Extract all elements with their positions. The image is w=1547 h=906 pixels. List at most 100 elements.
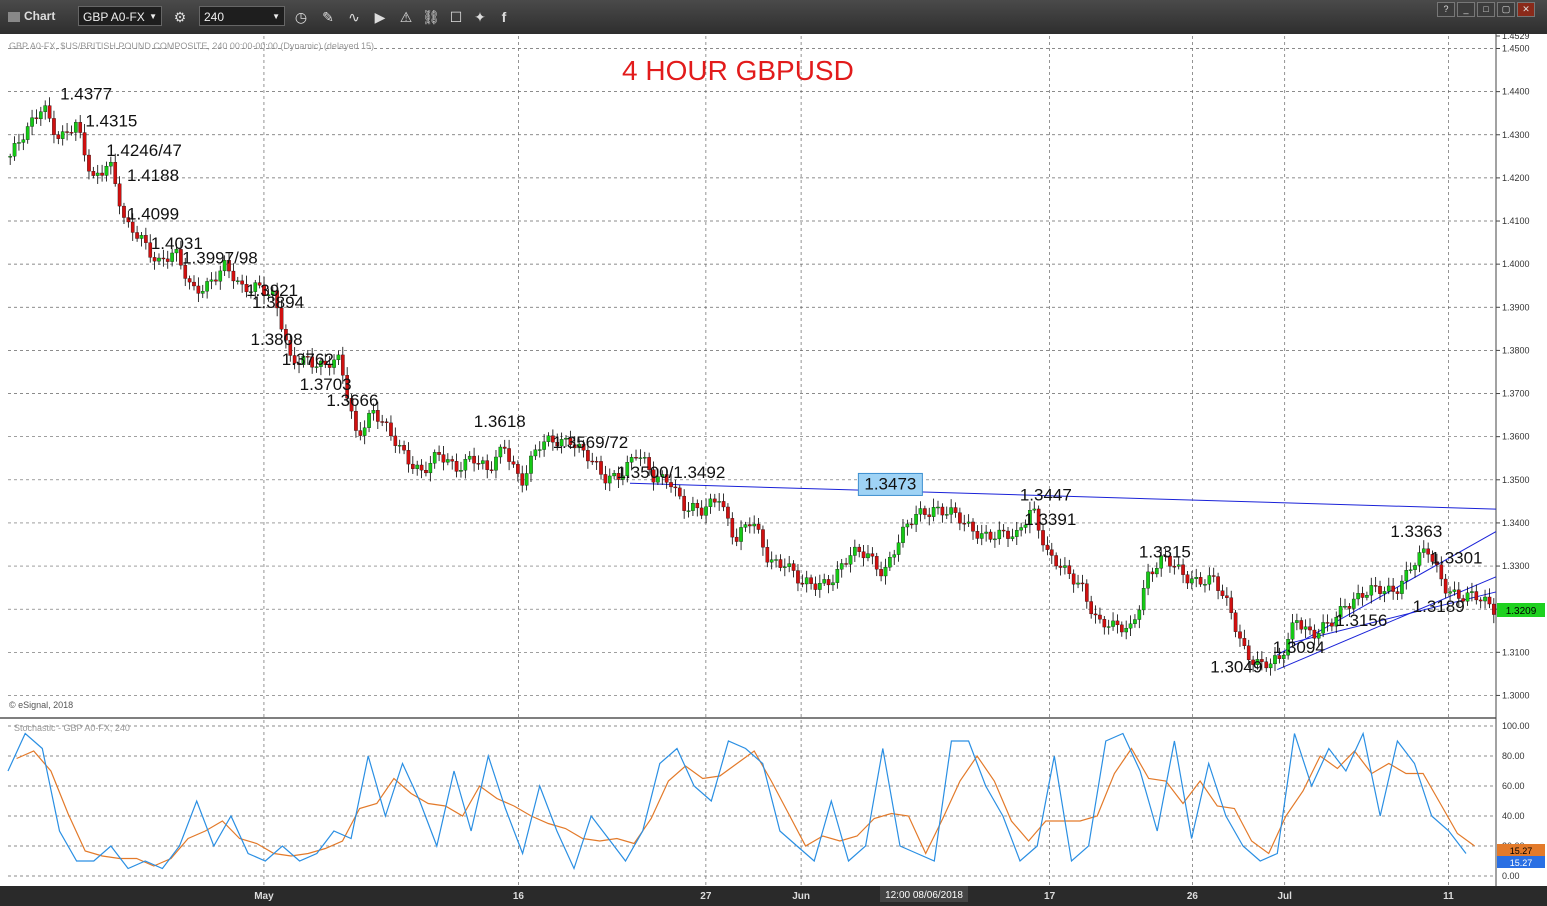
candle-body — [498, 446, 503, 458]
candle-body — [1474, 591, 1479, 601]
candle-body — [1172, 566, 1177, 568]
candle-body — [389, 422, 393, 437]
candle-body — [34, 117, 39, 120]
level-label: 1.4099 — [127, 204, 179, 223]
candle-body — [1268, 663, 1273, 669]
candle-body — [200, 291, 205, 294]
candle-body — [769, 559, 774, 563]
link-icon[interactable]: ⛓ — [421, 7, 441, 27]
candle-body — [415, 464, 420, 469]
help-icon[interactable]: ? — [1437, 2, 1455, 17]
candle-body — [993, 538, 997, 541]
candle-body — [424, 469, 428, 474]
interval-input[interactable]: 240 ▼ — [199, 6, 285, 26]
candle-body — [231, 270, 236, 282]
candle-body — [1491, 603, 1496, 615]
candle-body — [1041, 530, 1045, 546]
candle-body — [1071, 573, 1076, 585]
candle-body — [485, 460, 490, 470]
candle-body — [669, 482, 673, 488]
candle-body — [721, 501, 726, 508]
candle-body — [43, 105, 48, 112]
play-icon[interactable]: ▶ — [370, 7, 390, 27]
settings-icon[interactable]: ⚙ — [170, 7, 190, 27]
level-label: 1.3094 — [1273, 638, 1325, 657]
candle-body — [704, 506, 708, 516]
candle-body — [100, 172, 104, 176]
candle-body — [209, 279, 214, 282]
candle-body — [157, 257, 161, 262]
candle-body — [888, 557, 892, 568]
level-label: 1.3808 — [251, 330, 303, 349]
candle-body — [1325, 622, 1330, 624]
candle-body — [708, 498, 713, 507]
candle-body — [800, 582, 805, 585]
candle-body — [1124, 628, 1129, 633]
level-label: 1.3618 — [474, 412, 526, 431]
alert-icon[interactable]: ⚠ — [396, 7, 416, 27]
comment-icon[interactable]: ☐ — [446, 7, 466, 27]
candle-body — [39, 111, 43, 120]
price-tick-label: 1.4200 — [1502, 173, 1530, 183]
candle-body — [1001, 529, 1006, 532]
candle-body — [813, 583, 818, 590]
stoch-value-d: 15.27 — [1510, 846, 1533, 856]
price-tick-label: 1.3100 — [1502, 647, 1530, 657]
candle-body — [380, 421, 385, 423]
candle-body — [139, 235, 144, 239]
candle-body — [638, 457, 643, 459]
candle-body — [192, 281, 196, 287]
candle-body — [979, 533, 984, 539]
candle-body — [1382, 591, 1387, 594]
maximize-icon[interactable]: ▢ — [1497, 2, 1515, 17]
candle-body — [839, 563, 844, 570]
clock-icon[interactable]: ◷ — [291, 7, 311, 27]
level-label: 1.3569/72 — [553, 433, 629, 452]
candle-body — [476, 463, 481, 465]
pencil-icon[interactable]: ✎ — [318, 7, 338, 27]
chart-area[interactable]: 1.43771.43151.4246/471.41881.40991.40311… — [0, 34, 1547, 906]
candle-body — [787, 563, 792, 567]
candle-body — [642, 457, 647, 459]
candle-body — [542, 441, 546, 450]
close-icon[interactable]: ✕ — [1517, 2, 1535, 17]
candle-body — [905, 523, 910, 528]
candle-body — [95, 172, 100, 176]
candle-body — [1321, 622, 1325, 634]
minimize-icon[interactable]: _ — [1457, 2, 1475, 17]
candle-body — [161, 257, 166, 260]
price-tick-label: 1.3900 — [1502, 302, 1530, 312]
candle-body — [446, 459, 450, 463]
candle-body — [783, 566, 787, 568]
candle-body — [69, 132, 74, 134]
price-tick-label: 1.4400 — [1502, 87, 1530, 97]
candle-body — [1185, 574, 1190, 584]
candle-body — [362, 427, 367, 436]
candle-body — [962, 523, 967, 525]
candle-body — [804, 577, 809, 585]
candle-body — [1063, 565, 1067, 568]
candle-body — [1470, 591, 1474, 593]
candle-body — [1373, 585, 1378, 587]
candle-body — [1080, 582, 1085, 585]
candle-body — [874, 556, 879, 570]
twitter-icon[interactable]: ✦ — [470, 7, 490, 27]
candle-body — [12, 143, 17, 157]
level-label: 1.3315 — [1139, 543, 1191, 562]
candle-body — [1478, 599, 1483, 602]
candle-body — [144, 235, 148, 243]
symbol-input[interactable]: GBP A0-FX ▼ — [78, 6, 162, 26]
restore-icon[interactable]: □ — [1477, 2, 1495, 17]
study-icon[interactable]: ∿ — [344, 7, 364, 27]
candle-body — [1119, 624, 1124, 633]
level-label: 1.4377 — [60, 85, 112, 104]
candle-body — [117, 183, 122, 207]
candle-body — [1106, 626, 1111, 628]
candle-body — [1190, 578, 1194, 584]
candle-body — [371, 410, 376, 414]
candle-body — [1347, 606, 1352, 609]
candle-body — [590, 460, 595, 463]
facebook-icon[interactable]: f — [494, 7, 514, 27]
copyright: © eSignal, 2018 — [9, 700, 73, 710]
time-tick-label: Jun — [792, 891, 810, 902]
